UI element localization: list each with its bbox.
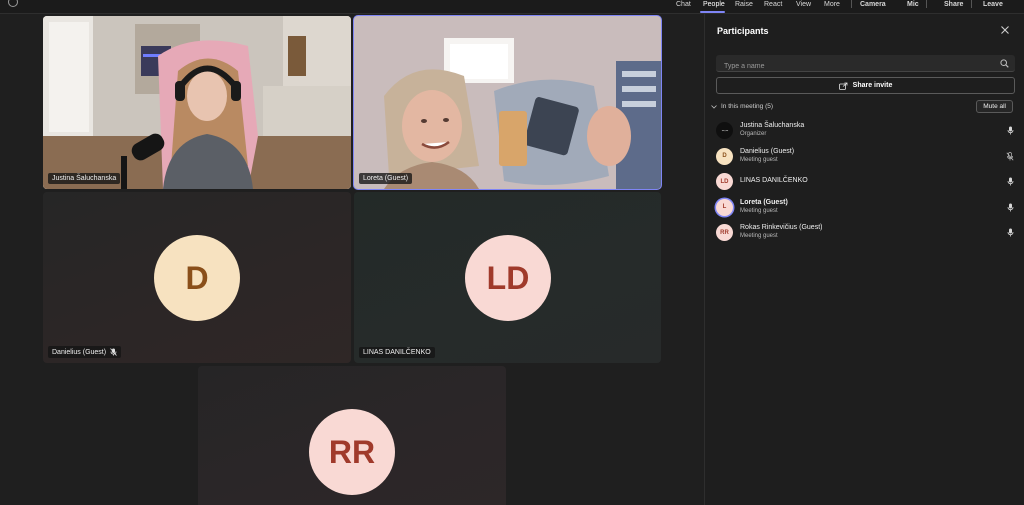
more-button[interactable]: More [824,1,840,8]
participant-avatar: LD [465,235,551,321]
camera-feed-loreta [354,16,661,189]
participant-role: Meeting guest [740,156,778,163]
section-label: In this meeting (5) [721,103,774,110]
raise-hand-button[interactable]: Raise [735,1,753,8]
mic-muted-icon [110,348,117,356]
participant-row[interactable]: LD LINAS DANILČENKO [705,169,1024,195]
in-meeting-section-toggle[interactable]: In this meeting (5) [711,103,773,110]
camera-feed-justina [43,16,351,189]
participant-role: Meeting guest [740,233,778,239]
meeting-toolbar: Chat People Raise React View More Camera… [0,0,1024,14]
participant-avatar: D [154,235,240,321]
share-button[interactable]: Share [944,1,963,8]
tile-name: Justina Šaluchanska [52,175,117,182]
view-button[interactable]: View [796,1,811,8]
organizer-avatar-icon [721,129,728,132]
participant-row[interactable]: L Loreta (Guest) Meeting guest [705,195,1024,221]
video-tile-linas[interactable]: LD LINAS DANILČENKO [354,192,661,363]
participant-row[interactable]: RR Rokas Rinkevičius (Guest) Meeting gue… [705,220,1024,246]
tile-name-label: Justina Šaluchanska [48,173,121,184]
participant-role: Organizer [740,131,767,137]
avatar: D [716,147,733,165]
chat-button[interactable]: Chat [676,1,691,8]
react-button[interactable]: React [764,1,782,8]
mic-off-icon[interactable] [1006,151,1014,161]
tile-name: Danielius (Guest) [52,348,107,356]
toolbar-divider [926,0,927,8]
share-invite-label: Share invite [852,82,893,89]
participants-panel: Participants Share invite In this meetin… [704,14,1024,505]
avatar: RR [716,224,733,241]
avatar: L [716,198,733,216]
video-stage: Justina Šaluchanska Loreta (Guest) D Dan… [0,14,704,505]
participant-name: Loreta (Guest) [740,198,788,206]
video-tile-loreta[interactable]: Loreta (Guest) [353,15,662,190]
participant-avatar: RR [309,409,395,495]
video-tile-danielius[interactable]: D Danielius (Guest) [43,192,351,363]
avatar: LD [716,173,733,190]
mic-icon[interactable] [1007,177,1014,186]
video-tile-justina[interactable]: Justina Šaluchanska [43,16,351,189]
tile-name-label: Danielius (Guest) [48,346,122,358]
toolbar-divider [971,0,972,8]
back-icon[interactable] [8,0,18,7]
tile-name-label: Loreta (Guest) [359,173,413,184]
participant-row[interactable]: D Danielius (Guest) Meeting guest [705,144,1024,170]
participant-name: Rokas Rinkevičius (Guest) [740,224,823,231]
tile-name-label: LINAS DANILČENKO [359,347,435,358]
close-icon[interactable] [1000,25,1010,35]
tile-name: Loreta (Guest) [363,175,409,182]
mute-all-button[interactable]: Mute all [976,100,1013,113]
people-active-indicator [700,11,725,13]
share-icon [838,82,848,90]
panel-title: Participants [717,26,769,36]
people-button[interactable]: People [703,1,725,8]
participant-search [716,55,1015,75]
participant-list: Justina Šaluchanska Organizer D Danieliu… [705,118,1024,246]
leave-button[interactable]: Leave [983,1,1003,8]
share-invite-button[interactable]: Share invite [716,77,1015,94]
participant-row[interactable]: Justina Šaluchanska Organizer [705,118,1024,144]
mic-icon[interactable] [1007,126,1014,135]
mic-icon[interactable] [1007,203,1014,212]
search-icon[interactable] [1000,59,1009,68]
mic-icon[interactable] [1007,228,1014,237]
toolbar-divider [851,0,852,8]
participant-name: Danielius (Guest) [740,147,795,155]
participant-name: LINAS DANILČENKO [740,177,808,184]
tile-name: LINAS DANILČENKO [363,349,431,356]
search-input[interactable] [716,58,1015,75]
chevron-down-icon [711,104,717,109]
avatar [716,122,733,139]
participant-role: Meeting guest [740,207,778,214]
video-tile-rokas[interactable]: RR [198,366,506,505]
camera-button[interactable]: Camera [860,1,886,8]
mic-button[interactable]: Mic [907,1,919,8]
participant-name: Justina Šaluchanska [740,122,805,129]
